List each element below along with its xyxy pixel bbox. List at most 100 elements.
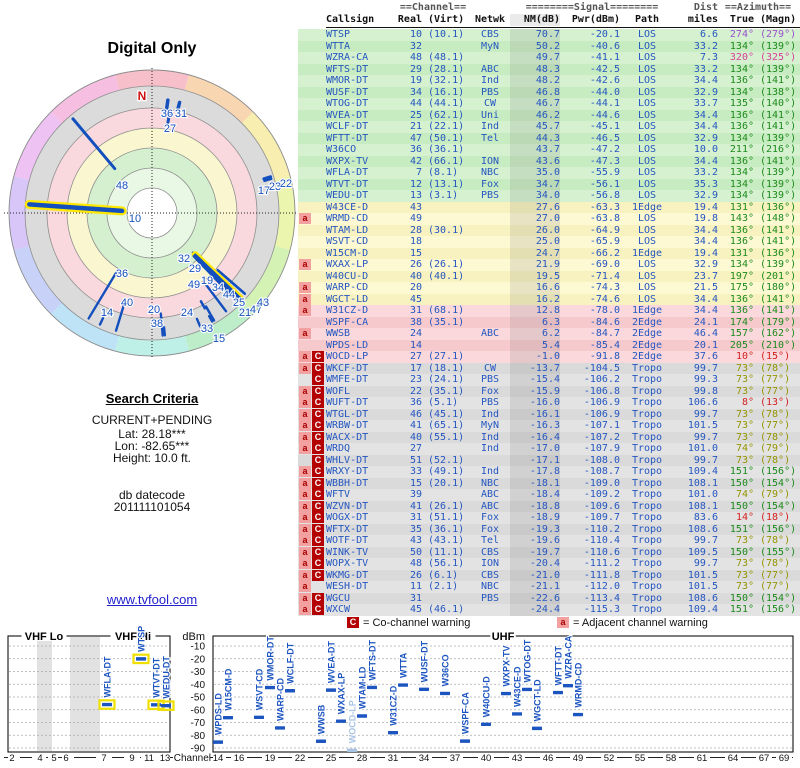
cell-nm: 19.5 <box>510 271 560 283</box>
cell-miles: 19.4 <box>674 248 718 260</box>
dbm-tick-label: -30 <box>191 667 206 678</box>
cell-pwr: -84.6 <box>560 317 620 329</box>
cell-callsign: WSPF-CA <box>326 317 396 329</box>
cell-callsign: WFTV <box>326 489 396 501</box>
cell-nm: -16.3 <box>510 420 560 432</box>
cell-az-true: 136° <box>718 294 754 306</box>
cell-virt: (49.1) <box>422 466 470 478</box>
cell-nm: -17.1 <box>510 455 560 467</box>
station-signal-tick <box>316 740 326 743</box>
cell-virt: (50.1) <box>422 133 470 145</box>
cell-pwr: -74.3 <box>560 282 620 294</box>
cell-miles: 83.6 <box>674 512 718 524</box>
cell-az-magn: (79°) <box>754 443 798 455</box>
station-signal-tick <box>532 727 542 730</box>
cell-az-magn: (279°) <box>754 29 798 41</box>
adjacent-channel-warning-icon: a <box>299 386 311 397</box>
cell-nm: 25.0 <box>510 236 560 248</box>
cell-virt <box>422 340 470 352</box>
cell-path: LOS <box>620 282 674 294</box>
station-signal-tick <box>265 686 275 689</box>
cell-callsign: WGCU <box>326 593 396 605</box>
cell-real: 31 <box>396 512 422 524</box>
cell-pwr: -78.0 <box>560 305 620 317</box>
table-row: aCWRDQ27Ind-17.0-107.9Tropo101.074°(79°) <box>298 443 800 455</box>
cell-callsign: WUSF-DT <box>326 87 396 99</box>
cell-virt <box>422 248 470 260</box>
header-group: ==Channel== <box>396 2 470 14</box>
cell-callsign: W36CO <box>326 144 396 156</box>
co-channel-warning-icon: C <box>312 466 324 477</box>
station-signal-tick <box>563 684 573 687</box>
cell-netwk: Fox <box>470 179 510 191</box>
table-row: aCWRBW-DT41(65.1)MyN-16.3-107.1Tropo101.… <box>298 420 800 432</box>
cell-virt: (28.1) <box>422 64 470 76</box>
cell-path: Tropo <box>620 581 674 593</box>
cell-real: 14 <box>396 340 422 352</box>
cell-az-magn: (138°) <box>754 87 798 99</box>
station-signal-tick <box>460 739 470 742</box>
tvfool-link[interactable]: www.tvfool.com <box>0 592 304 607</box>
cell-az-true: 73° <box>718 374 754 386</box>
cell-az-magn: (136°) <box>754 202 798 214</box>
cell-az-magn: (141°) <box>754 236 798 248</box>
co-channel-warning-icon: C <box>312 512 324 523</box>
cell-az-true: 174° <box>718 317 754 329</box>
cell-az-magn: (78°) <box>754 432 798 444</box>
cell-miles: 34.4 <box>674 121 718 133</box>
cell-az-magn: (141°) <box>754 294 798 306</box>
cell-callsign: WFTT-DT <box>326 133 396 145</box>
cell-path: Tropo <box>620 593 674 605</box>
cell-path: LOS <box>620 52 674 64</box>
table-row: CWHLV-DT51(52.1)-17.1-108.0Tropo99.773°(… <box>298 455 800 467</box>
cell-callsign: WARP-CD <box>326 282 396 294</box>
table-row: aW31CZ-D31(68.1)12.8-78.01Edge34.4136°(1… <box>298 305 800 317</box>
cell-az-true: 197° <box>718 271 754 283</box>
cell-path: LOS <box>620 133 674 145</box>
table-row: aCWFTV39ABC-18.4-109.2Tropo101.074°(79°) <box>298 489 800 501</box>
adjacent-channel-warning-icon: a <box>299 593 311 604</box>
cell-az-magn: (148°) <box>754 213 798 225</box>
cell-real: 11 <box>396 581 422 593</box>
cell-az-magn: (141°) <box>754 110 798 122</box>
column-header: (Magn) <box>754 14 798 26</box>
cell-virt: (55.1) <box>422 432 470 444</box>
unused-band <box>37 637 52 751</box>
cell-miles: 106.6 <box>674 397 718 409</box>
cell-netwk: CW <box>470 98 510 110</box>
station-label: WXPX-TV <box>502 646 512 687</box>
adjacent-channel-warning-icon: a <box>299 489 311 500</box>
cell-virt: (35.1) <box>422 386 470 398</box>
cell-miles: 7.3 <box>674 52 718 64</box>
cell-az-true: 131° <box>718 248 754 260</box>
co-channel-warning-icon: C <box>312 501 324 512</box>
cell-miles: 6.6 <box>674 29 718 41</box>
adjacent-channel-warning-icon: a <box>299 328 311 339</box>
cell-real: 35 <box>396 524 422 536</box>
cell-nm: -16.1 <box>510 409 560 421</box>
cell-az-true: 143° <box>718 213 754 225</box>
cell-callsign: WESH-DT <box>326 581 396 593</box>
co-channel-warning-icon: C <box>312 386 324 397</box>
cell-virt <box>422 41 470 53</box>
cell-az-true: 151° <box>718 466 754 478</box>
channel-label: 49 <box>188 279 200 291</box>
channel-label: 24 <box>181 307 193 319</box>
cell-real: 13 <box>396 190 422 202</box>
table-row: WTOG-DT44(44.1)CW46.7-44.1LOS33.7135°(14… <box>298 98 800 110</box>
co-channel-warning-icon: C <box>312 593 324 604</box>
cell-virt: (6.1) <box>422 570 470 582</box>
cell-az-magn: (139°) <box>754 41 798 53</box>
table-row: WFLA-DT7(8.1)NBC35.0-55.9LOS33.2134°(139… <box>298 167 800 179</box>
cell-path: Tropo <box>620 363 674 375</box>
cell-pwr: -111.2 <box>560 558 620 570</box>
cell-path: LOS <box>620 259 674 271</box>
station-label: WOCD-LP <box>348 700 358 743</box>
cell-netwk: PBS <box>470 374 510 386</box>
station-signal-tick <box>285 689 295 692</box>
cell-pwr: -40.6 <box>560 41 620 53</box>
cell-real: 10 <box>396 29 422 41</box>
channel-label: 43 <box>257 297 269 309</box>
cell-az-true: 175° <box>718 282 754 294</box>
station-label: WXAX-LP <box>337 673 347 715</box>
